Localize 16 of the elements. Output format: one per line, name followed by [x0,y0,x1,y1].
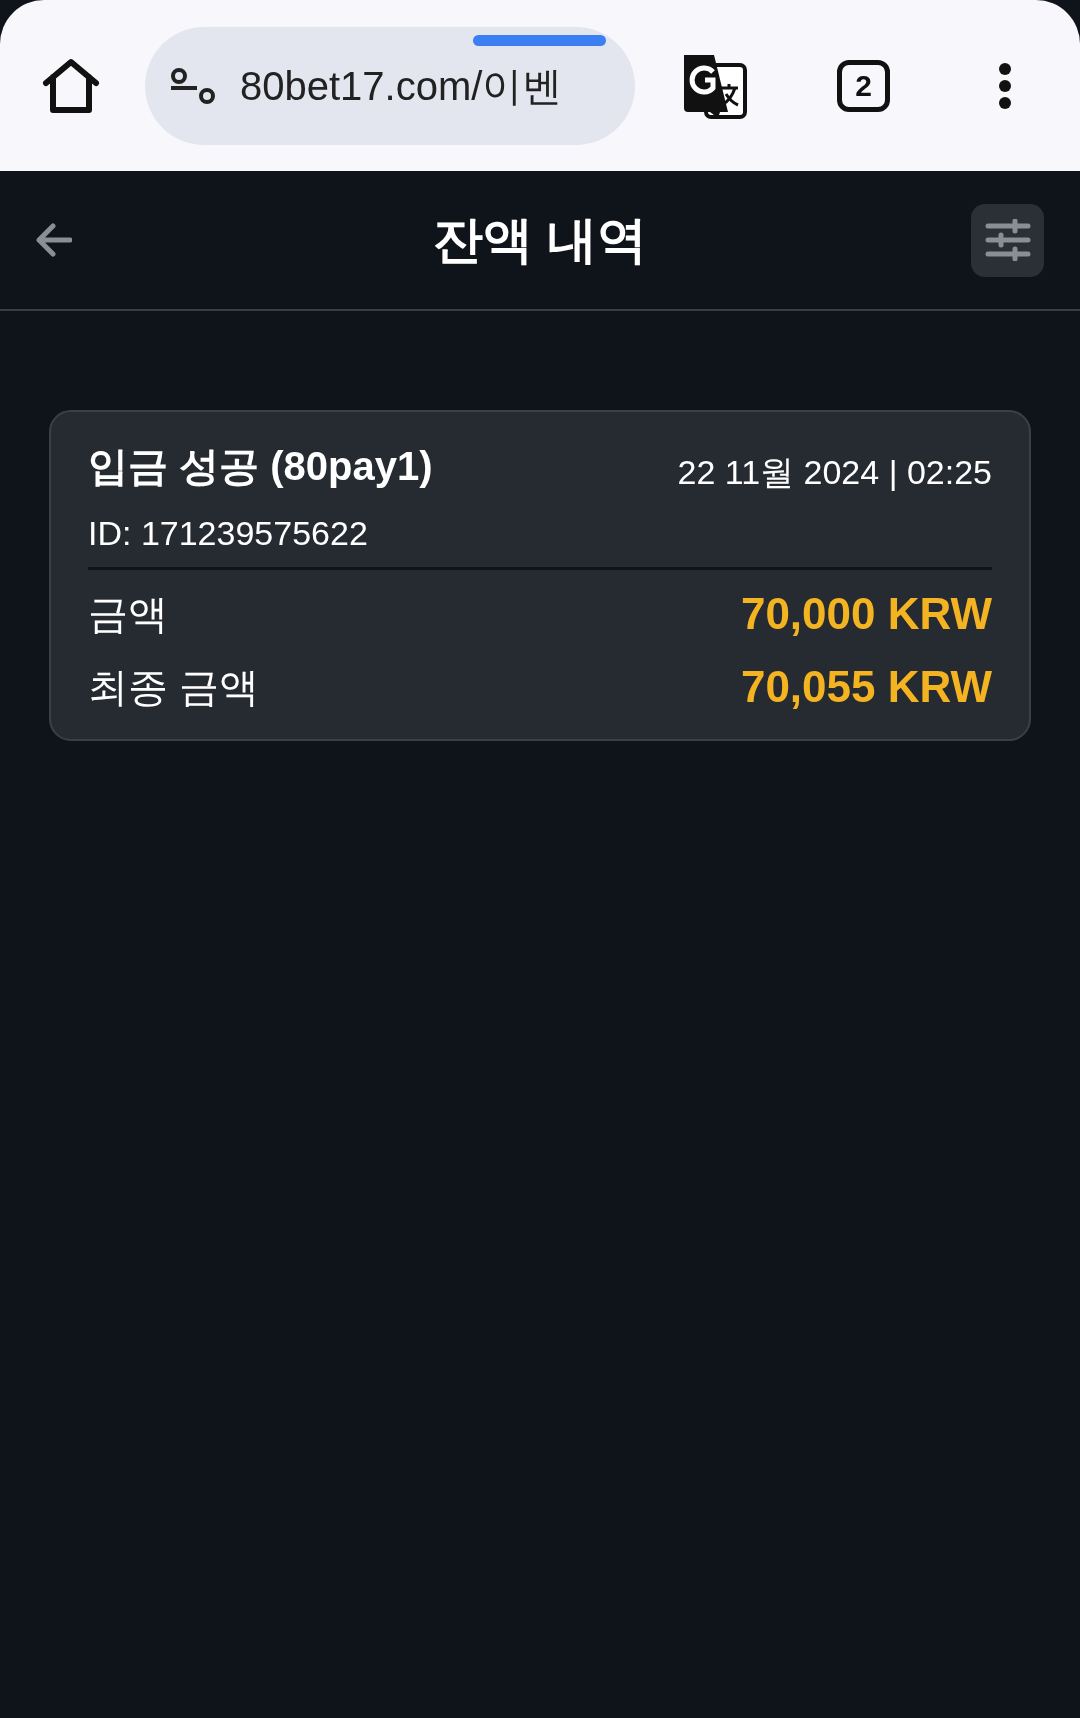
page-title: 잔액 내역 [432,211,648,270]
home-icon[interactable] [42,57,100,114]
filter-button[interactable] [971,203,1044,277]
tune-icon[interactable] [170,66,216,105]
sliders-icon [984,219,1031,261]
more-options-icon[interactable] [998,61,1012,110]
amount-label: 금액 [88,590,168,638]
amount-value: 70,000 KRW [740,587,992,640]
back-arrow-icon[interactable] [36,223,72,257]
transaction-id: ID: 171239575622 [88,513,368,554]
transaction-title: 입금 성공 (80pay1) [88,443,433,490]
amount-label: 최종 금액 [88,663,260,711]
tab-switcher-button[interactable]: 2 [837,59,890,112]
address-bar[interactable]: 80bet17.com/이벤 [145,26,635,145]
amount-value: 70,055 KRW [740,660,992,713]
transaction-datetime: 22 11월 2024 | 02:25 [677,452,992,493]
